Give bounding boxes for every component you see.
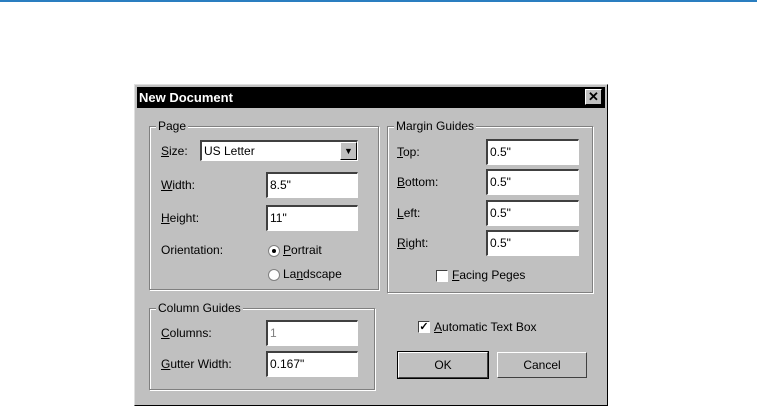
- chevron-down-icon[interactable]: ▼: [340, 142, 357, 160]
- size-label: Size:: [161, 144, 188, 158]
- landscape-radio[interactable]: [268, 269, 280, 281]
- dialog-title: New Document: [139, 90, 233, 105]
- height-field[interactable]: 11": [266, 205, 358, 231]
- portrait-label[interactable]: Portrait: [283, 242, 322, 258]
- size-select[interactable]: US Letter ▼: [200, 140, 358, 161]
- top-accent-line: [0, 0, 757, 2]
- left-label: Left:: [397, 206, 421, 220]
- width-field[interactable]: 8.5": [266, 172, 358, 198]
- gutter-width-field[interactable]: 0.167": [266, 351, 358, 377]
- top-label: Top:: [397, 145, 420, 159]
- close-icon: ✕: [588, 89, 599, 104]
- bottom-margin-field[interactable]: 0.5": [486, 169, 579, 195]
- orientation-label: Orientation:: [161, 243, 224, 257]
- page-group-legend: Page: [156, 119, 189, 133]
- gutter-width-label: Gutter Width:: [161, 357, 232, 371]
- facing-pages-label[interactable]: Facing Peges: [452, 267, 525, 283]
- left-margin-field[interactable]: 0.5": [486, 200, 579, 226]
- dialog-titlebar: New Document ✕: [137, 87, 605, 108]
- automatic-text-box-label[interactable]: Automatic Text Box: [434, 319, 537, 335]
- margin-guides-legend: Margin Guides: [394, 119, 477, 133]
- width-label: Width:: [161, 178, 196, 192]
- size-select-value: US Letter: [204, 144, 255, 158]
- portrait-radio[interactable]: [268, 245, 280, 257]
- top-margin-field[interactable]: 0.5": [486, 139, 579, 165]
- columns-label: Columns:: [161, 326, 212, 340]
- new-document-dialog: New Document ✕ Page Size: US Letter ▼ Wi…: [134, 84, 608, 406]
- checkmark-icon: ✓: [419, 321, 429, 333]
- columns-field[interactable]: 1: [266, 320, 358, 346]
- bottom-label: Bottom:: [397, 175, 439, 189]
- cancel-button[interactable]: Cancel: [497, 352, 587, 378]
- facing-pages-checkbox[interactable]: [436, 270, 448, 282]
- landscape-label[interactable]: Landscape: [283, 266, 342, 282]
- height-label: Height:: [161, 211, 200, 225]
- ok-button[interactable]: OK: [397, 351, 489, 379]
- close-button[interactable]: ✕: [585, 89, 602, 105]
- column-guides-legend: Column Guides: [156, 301, 243, 315]
- automatic-text-box-checkbox[interactable]: ✓: [418, 321, 430, 333]
- right-label: Right:: [397, 236, 429, 250]
- right-margin-field[interactable]: 0.5": [486, 230, 579, 256]
